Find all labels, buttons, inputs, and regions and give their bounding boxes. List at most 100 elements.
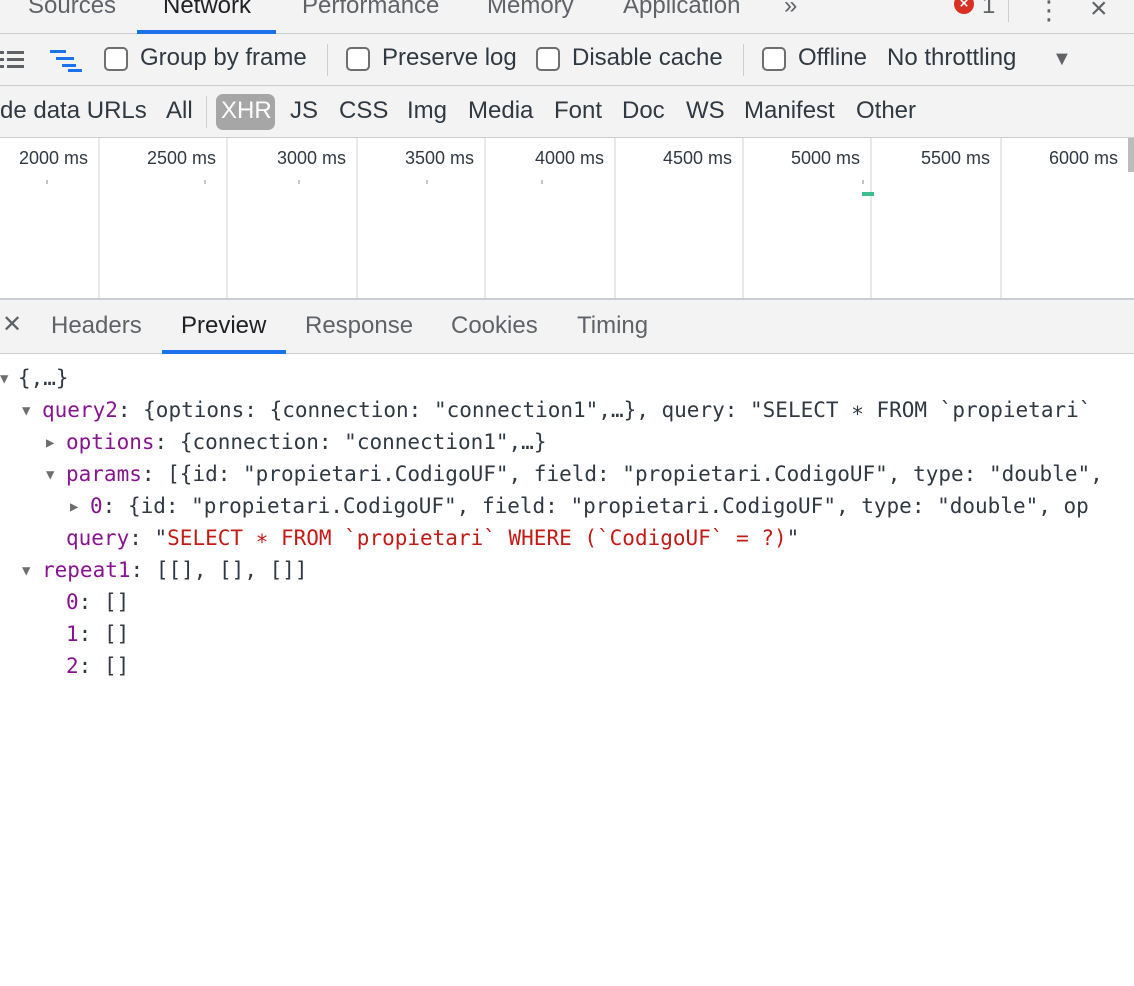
divider — [1008, 0, 1009, 22]
filter-css[interactable]: CSS — [339, 97, 388, 125]
tab-preview[interactable]: Preview — [181, 312, 266, 340]
divider — [206, 96, 207, 128]
filter-js[interactable]: JS — [290, 97, 318, 125]
grid-line — [1000, 138, 1002, 298]
more-tabs-icon[interactable]: » — [784, 0, 797, 20]
expanded-triangle-icon[interactable]: ▼ — [46, 459, 66, 491]
tab-cookies[interactable]: Cookies — [451, 312, 538, 340]
group-by-frame-label: Group by frame — [140, 44, 307, 71]
filter-xhr[interactable]: XHR — [216, 94, 275, 130]
filter-img[interactable]: Img — [407, 97, 447, 125]
grid-line — [226, 138, 228, 298]
throttling-select[interactable]: No throttling — [887, 44, 1016, 72]
tab-timing[interactable]: Timing — [577, 312, 648, 340]
tick-label: 2000 ms — [19, 148, 89, 168]
devtools-tab-strip: Sources Network Performance Memory Appli… — [0, 0, 1134, 34]
grid-line — [614, 138, 616, 298]
tick-label: 2500 ms — [147, 148, 217, 168]
node-string-value: SELECT ∗ FROM `propietari` WHERE (`Codig… — [167, 526, 787, 550]
filter-bar: de data URLs All XHR JS CSS Img Media Fo… — [0, 86, 1134, 138]
expanded-triangle-icon[interactable]: ▼ — [22, 395, 42, 427]
overview-scroll-handle[interactable] — [1128, 138, 1134, 172]
disable-cache-checkbox[interactable] — [536, 47, 560, 71]
list-item[interactable]: 0: [] — [66, 586, 129, 618]
tree-node-options[interactable]: ▶ options: {connection: "connection1",…} — [46, 426, 546, 458]
tab-sources[interactable]: Sources — [28, 0, 116, 20]
tree-node-query2[interactable]: ▼ query2: {options: {connection: "connect… — [22, 394, 1091, 426]
collapsed-triangle-icon[interactable]: ▶ — [70, 491, 90, 523]
chevron-down-icon[interactable]: ▼ — [1052, 48, 1072, 71]
tick-label: 5500 ms — [921, 148, 991, 168]
node-key: 2 — [66, 654, 79, 678]
tab-performance[interactable]: Performance — [302, 0, 439, 20]
tick-label: 5000 ms — [791, 148, 861, 168]
tab-response[interactable]: Response — [305, 312, 413, 340]
request-mark — [204, 180, 206, 184]
list-item[interactable]: 2: [] — [66, 650, 129, 682]
close-devtools-icon[interactable]: × — [1090, 0, 1108, 26]
node-summary: {options: {connection: "connection1",…},… — [143, 398, 1092, 422]
tree-node-query[interactable]: query: "SELECT ∗ FROM `propietari` WHERE… — [66, 522, 799, 554]
node-summary: {,…} — [18, 366, 69, 390]
tree-node-root[interactable]: ▼ {,…} — [0, 362, 69, 394]
tick-label: 3500 ms — [405, 148, 475, 168]
tab-memory[interactable]: Memory — [487, 0, 574, 20]
tick-label: 4500 ms — [663, 148, 733, 168]
error-icon[interactable]: × — [954, 0, 974, 14]
node-summary: [[], [], []] — [155, 558, 308, 582]
node-key: params — [66, 462, 142, 486]
filter-doc[interactable]: Doc — [622, 97, 665, 125]
json-preview: ▼ {,…} ▼ query2: {options: {connection: "c… — [0, 354, 1134, 986]
tree-node-param-0[interactable]: ▶ 0: {id: "propietari.CodigoUF", field: "… — [70, 490, 1089, 522]
node-key: query — [66, 526, 130, 550]
grid-line — [98, 138, 100, 298]
node-key: options — [66, 430, 155, 454]
preserve-log-checkbox[interactable] — [346, 47, 370, 71]
expanded-triangle-icon[interactable]: ▼ — [22, 555, 42, 587]
filter-manifest[interactable]: Manifest — [744, 97, 835, 125]
more-options-icon[interactable]: ⋮ — [1036, 0, 1062, 23]
tick-label: 6000 ms — [1049, 148, 1119, 168]
tick-label: 4000 ms — [535, 148, 605, 168]
node-summary: [{id: "propietari.CodigoUF", field: "pro… — [167, 462, 1103, 486]
filter-font[interactable]: Font — [554, 97, 602, 125]
preserve-log-label: Preserve log — [382, 44, 517, 71]
request-mark — [426, 180, 428, 184]
group-by-frame-checkbox[interactable] — [104, 47, 128, 71]
node-key: 0 — [90, 494, 103, 518]
expanded-triangle-icon[interactable]: ▼ — [0, 363, 18, 395]
filter-xhr-label: XHR — [221, 97, 272, 124]
request-mark — [298, 180, 300, 184]
error-count[interactable]: 1 — [982, 0, 995, 20]
hide-data-urls-label[interactable]: de data URLs — [0, 97, 147, 125]
filter-all[interactable]: All — [166, 97, 193, 125]
waterfall-view-icon[interactable] — [50, 48, 84, 72]
disable-cache-label: Disable cache — [572, 44, 723, 71]
tree-node-params[interactable]: ▼ params: [{id: "propietari.CodigoUF", fi… — [46, 458, 1103, 490]
grid-line — [742, 138, 744, 298]
filter-ws[interactable]: WS — [686, 97, 725, 125]
request-detail-tabs: ✕ Headers Preview Response Cookies Timin… — [0, 300, 1134, 354]
offline-label: Offline — [798, 44, 867, 71]
tab-network[interactable]: Network — [163, 0, 251, 20]
request-bar — [862, 192, 874, 196]
node-key: 1 — [66, 622, 79, 646]
divider — [743, 44, 744, 76]
node-value: [] — [103, 590, 130, 614]
tree-node-repeat1[interactable]: ▼ repeat1: [[], [], []] — [22, 554, 308, 586]
grid-line — [870, 138, 872, 298]
collapsed-triangle-icon[interactable]: ▶ — [46, 427, 66, 459]
node-value: [] — [103, 622, 130, 646]
list-item[interactable]: 1: [] — [66, 618, 129, 650]
filter-media[interactable]: Media — [468, 97, 533, 125]
filter-other[interactable]: Other — [856, 97, 916, 125]
network-toolbar: Group by frame Preserve log Disable cach… — [0, 34, 1134, 86]
network-overview[interactable]: 2000 ms 2500 ms 3000 ms 3500 ms 4000 ms … — [0, 138, 1134, 300]
tab-application[interactable]: Application — [623, 0, 740, 20]
node-summary: {connection: "connection1",…} — [179, 430, 547, 454]
close-detail-icon[interactable]: ✕ — [2, 310, 22, 339]
list-view-icon[interactable] — [0, 49, 24, 71]
offline-checkbox[interactable] — [762, 47, 786, 71]
divider — [327, 44, 328, 76]
tab-headers[interactable]: Headers — [51, 312, 142, 340]
